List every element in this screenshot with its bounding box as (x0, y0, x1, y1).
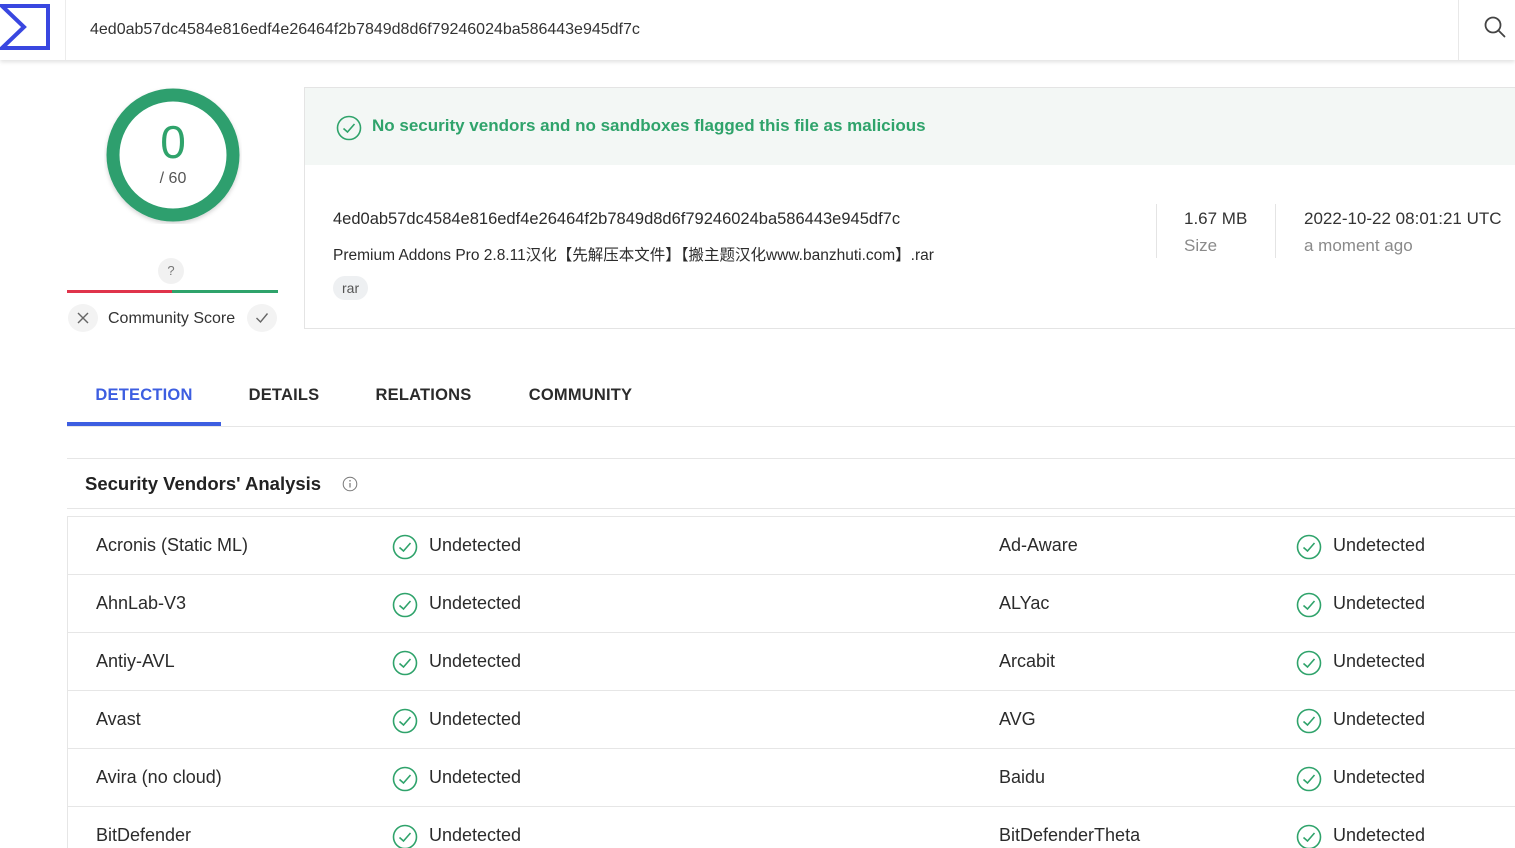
close-icon (77, 312, 89, 324)
verdict-text: No security vendors and no sandboxes fla… (372, 116, 926, 135)
vendor-result: Undetected (429, 825, 522, 845)
vendor-result: Undetected (429, 535, 522, 555)
verdict-banner: No security vendors and no sandboxes fla… (305, 88, 1515, 165)
check-circle-icon (1296, 592, 1322, 623)
community-score-bar (67, 290, 278, 293)
tab-details[interactable]: DETAILS (221, 366, 347, 426)
analysis-date-value: 2022-10-22 08:01:21 UTC (1304, 209, 1502, 228)
detection-total: / 60 (159, 170, 187, 187)
check-circle-icon (392, 708, 418, 739)
vendor-name: AhnLab-V3 (96, 593, 187, 613)
vendor-name: ALYac (999, 593, 1050, 613)
vendor-result: Undetected (1333, 767, 1426, 787)
vendor-result: Undetected (1333, 593, 1426, 613)
top-bar (0, 0, 1515, 60)
check-circle-icon (1296, 708, 1322, 739)
vendor-row: Avast Undetected AVG Undetected (68, 691, 1515, 749)
file-size-value: 1.67 MB (1184, 209, 1248, 228)
community-score-value: ? (158, 258, 184, 284)
virustotal-logo[interactable] (0, 0, 66, 60)
vendor-name: BitDefender (96, 825, 192, 845)
search-input[interactable] (66, 0, 1458, 60)
search-icon (1484, 16, 1506, 38)
vote-malicious-button[interactable] (68, 304, 98, 332)
vendor-result: Undetected (1333, 825, 1426, 845)
check-circle-icon (392, 824, 418, 848)
vendor-result: Undetected (429, 593, 522, 613)
info-icon[interactable] (342, 476, 358, 492)
vendor-name: AVG (999, 709, 1036, 729)
check-icon (256, 313, 269, 324)
vendor-result: Undetected (429, 767, 522, 787)
vendor-name: Antiy-AVL (96, 651, 175, 671)
vendor-row: AhnLab-V3 Undetected ALYac Undetected (68, 575, 1515, 633)
check-circle-icon (392, 592, 418, 623)
check-circle-icon (392, 766, 418, 797)
vendor-name: Arcabit (999, 651, 1056, 671)
analysis-date-label: a moment ago (1304, 236, 1413, 255)
vendor-row: Avira (no cloud) Undetected Baidu Undetecte… (68, 749, 1515, 807)
file-tag[interactable]: rar (333, 276, 369, 300)
tab-community[interactable]: COMMUNITY (500, 366, 661, 426)
community-score-label: Community Score (108, 310, 236, 327)
vendors-table: Acronis (Static ML) Undetected Ad-Aware Und… (67, 516, 1515, 848)
vendor-result: Undetected (1333, 709, 1426, 729)
tab-relations[interactable]: RELATIONS (347, 366, 500, 426)
vendor-row: Acronis (Static ML) Undetected Ad-Aware Und… (68, 517, 1515, 575)
check-circle-icon (1296, 824, 1322, 848)
search-button[interactable] (1458, 0, 1515, 60)
file-size-label: Size (1184, 236, 1218, 255)
vendor-name: Acronis (Static ML) (96, 535, 249, 555)
divider (1275, 204, 1276, 258)
vendor-name: Avira (no cloud) (96, 767, 222, 787)
file-hash[interactable]: 4ed0ab57dc4584e816edf4e26464f2b7849d8d6f… (333, 210, 900, 229)
file-summary-card: No security vendors and no sandboxes fla… (304, 87, 1515, 329)
check-circle-icon (392, 534, 418, 565)
vendor-result: Undetected (429, 709, 522, 729)
detection-score-ring: 0 / 60 (104, 86, 242, 224)
community-negative-bar (67, 290, 172, 293)
check-circle-icon (392, 650, 418, 681)
vendor-row: BitDefender Undetected BitDefenderTheta Und… (68, 807, 1515, 848)
detection-score: 0 (160, 116, 186, 168)
vendor-name: Ad-Aware (999, 535, 1078, 555)
vendor-result: Undetected (1333, 535, 1426, 555)
vendors-section-header: Security Vendors' Analysis (67, 458, 1515, 509)
tab-detection[interactable]: DETECTION (67, 366, 221, 426)
file-name: Premium Addons Pro 2.8.11汉化【先解压本文件】【搬主题汉… (333, 247, 934, 264)
vendor-name: Baidu (999, 767, 1046, 787)
vendor-row: Antiy-AVL Undetected Arcabit Undetected (68, 633, 1515, 691)
check-circle-icon (1296, 766, 1322, 797)
vendors-section-title: Security Vendors' Analysis (85, 473, 322, 494)
report-tabs: DETECTION DETAILS RELATIONS COMMUNITY (67, 366, 1515, 427)
divider (1156, 204, 1157, 258)
vendor-name: Avast (96, 709, 141, 729)
vendor-result: Undetected (429, 651, 522, 671)
vendor-result: Undetected (1333, 651, 1426, 671)
check-circle-icon (1296, 534, 1322, 565)
check-circle-icon (336, 115, 362, 141)
vote-harmless-button[interactable] (247, 304, 277, 332)
check-circle-icon (1296, 650, 1322, 681)
vendor-name: BitDefenderTheta (999, 825, 1141, 845)
community-positive-bar (172, 290, 278, 293)
